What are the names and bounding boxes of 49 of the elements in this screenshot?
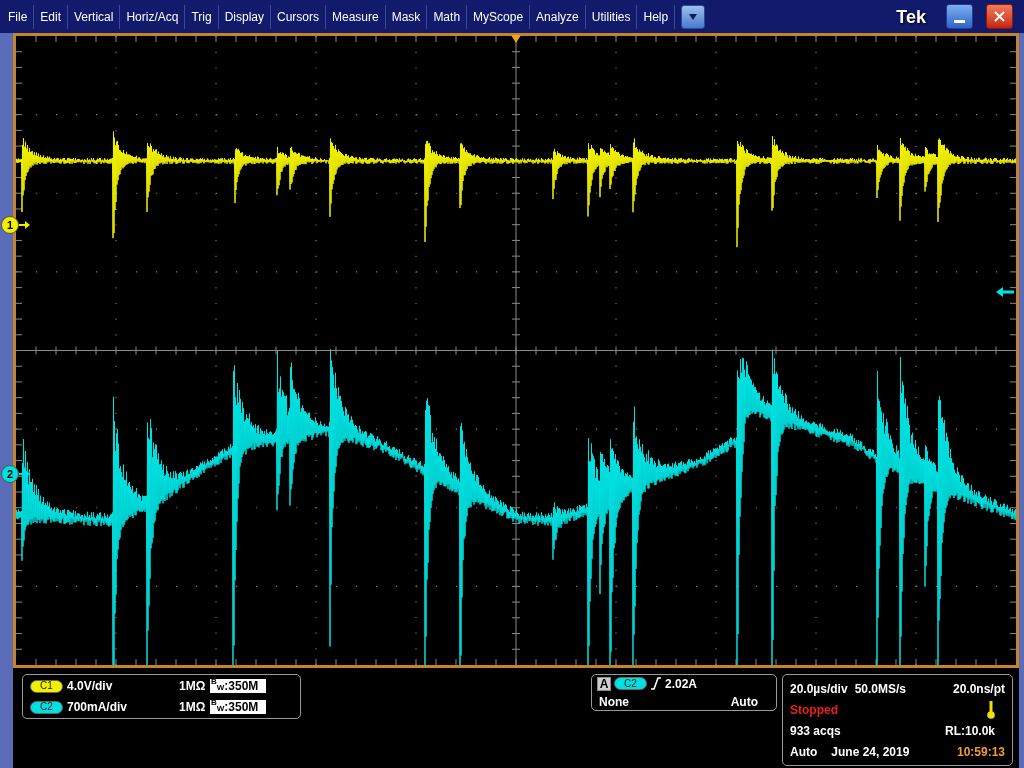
menu-item[interactable]: Mask: [385, 4, 428, 29]
trigger-position-icon: [511, 35, 521, 43]
menu-item[interactable]: Trig: [185, 4, 219, 29]
timebase: 20.0µs/div: [790, 682, 848, 695]
rising-edge-icon: [651, 677, 661, 690]
time-label: 10:59:13: [956, 745, 1005, 758]
trigger-mode: Auto: [730, 695, 758, 708]
close-button[interactable]: [986, 4, 1013, 29]
menu-item[interactable]: Edit: [34, 4, 69, 29]
trigger-label: A: [597, 676, 611, 691]
menu-item[interactable]: Analyze: [530, 4, 586, 29]
minimize-icon: [954, 20, 965, 23]
channel-badge: C2: [614, 677, 647, 690]
date-label: June 24, 2019: [831, 745, 910, 758]
acquisition-state: Stopped: [790, 703, 838, 716]
trigger-threshold: 2.02A: [665, 677, 698, 690]
menu-item[interactable]: Measure: [326, 4, 386, 29]
run-mode: Auto: [790, 745, 818, 758]
menu-item[interactable]: Math: [427, 4, 468, 29]
marker-arrow-icon: [19, 221, 30, 229]
channel-marker[interactable]: 2: [1, 465, 19, 483]
dropdown-button[interactable]: [681, 4, 706, 29]
close-icon: [994, 11, 1005, 22]
time-per-point: 20.0ns/pt: [952, 682, 1005, 695]
menu-item[interactable]: Utilities: [585, 4, 638, 29]
brand-label: Tek: [896, 7, 926, 26]
menu-item[interactable]: Cursors: [271, 4, 326, 29]
channel-badge: C2: [30, 700, 63, 714]
thermometer-icon: [987, 700, 995, 719]
sample-rate: 50.0MS/s: [854, 682, 906, 695]
acquisition-count: 933 acqs: [790, 724, 841, 737]
marker-arrow-icon: [19, 470, 30, 478]
minimize-button[interactable]: [946, 4, 973, 29]
input-termination: 1MΩ: [179, 701, 207, 713]
trigger-coupling: None: [599, 695, 629, 708]
menu-item[interactable]: Help: [637, 4, 676, 29]
trigger-level-arrow-icon: [996, 287, 1014, 297]
vertical-scale: 700mA/div: [67, 701, 129, 713]
menu-item[interactable]: MyScope: [467, 4, 531, 29]
menu-item[interactable]: Display: [218, 4, 271, 29]
vertical-scale: 4.0V/div: [67, 680, 114, 692]
menu-item[interactable]: File: [2, 4, 35, 29]
input-termination: 1MΩ: [179, 680, 207, 692]
record-length: RL:10.0k: [944, 724, 995, 737]
menu-item[interactable]: Horiz/Acq: [120, 4, 186, 29]
menu-item[interactable]: Vertical: [68, 4, 121, 29]
channel-badge: C1: [30, 679, 63, 693]
channel-marker[interactable]: 1: [1, 216, 19, 234]
caret-icon: [689, 13, 698, 20]
